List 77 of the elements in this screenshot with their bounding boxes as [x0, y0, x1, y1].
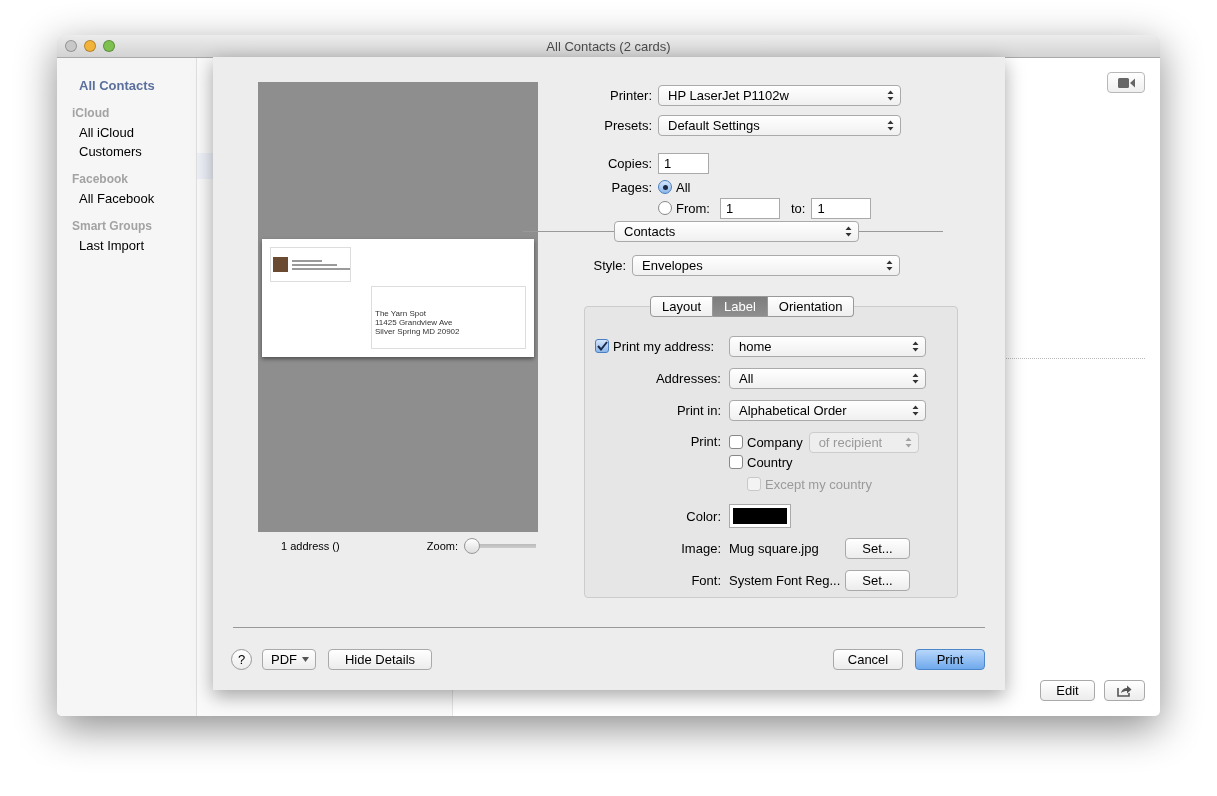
color-label: Color: [685, 508, 721, 524]
help-button[interactable]: ? [231, 648, 252, 670]
set-font-button[interactable]: Set... [845, 569, 910, 591]
caret-icon [302, 656, 309, 662]
tab[interactable]: Layout [650, 296, 714, 317]
video-call-button[interactable] [1107, 72, 1145, 93]
zoom-label: Zoom: [426, 540, 458, 552]
print-my-address-label: Print my address: [613, 338, 715, 354]
printer-label: Printer: [609, 87, 652, 103]
print-in-label: Print in: [675, 402, 721, 418]
print-button[interactable]: Print [915, 648, 985, 670]
style-popup[interactable]: Envelopes [632, 254, 900, 276]
share-button[interactable] [1104, 680, 1145, 701]
minimize-icon[interactable] [84, 40, 96, 52]
checkbox[interactable] [729, 435, 743, 449]
sidebar-item[interactable]: Customers [79, 142, 142, 161]
share-icon [1117, 684, 1132, 697]
addresses-popup[interactable]: All [729, 367, 926, 389]
checkbox-label: Except my country [765, 476, 872, 492]
tab[interactable]: Orientation [767, 296, 855, 317]
style-label: Style: [592, 257, 626, 273]
checkbox-label: Country [747, 454, 793, 470]
to-label: to: [790, 200, 806, 216]
chevron-icon [912, 372, 919, 384]
chevron-icon [887, 119, 894, 131]
presets-popup[interactable]: Default Settings [658, 114, 901, 136]
radio-button[interactable] [658, 180, 672, 194]
window-title: All Contacts (2 cards) [546, 38, 671, 54]
chevron-icon [845, 225, 852, 237]
video-camera-icon [1117, 77, 1135, 88]
slider-thumb[interactable] [464, 538, 480, 554]
hide-details-button[interactable]: Hide Details [328, 648, 432, 670]
print-label: Print: [689, 433, 721, 451]
presets-label: Presets: [603, 117, 652, 133]
checkbox-label: Company [747, 434, 803, 450]
from-page-field[interactable]: 1 [719, 197, 780, 219]
chevron-icon [887, 89, 894, 101]
sidebar-item[interactable]: All iCloud [79, 123, 134, 142]
close-icon[interactable] [65, 40, 77, 52]
chevron-icon [912, 404, 919, 416]
edit-button[interactable]: Edit [1040, 680, 1095, 701]
copies-label: Copies: [606, 155, 652, 171]
chevron-icon [912, 340, 919, 352]
my-address-popup[interactable]: home [729, 335, 926, 357]
app-options-popup[interactable]: Contacts [614, 220, 859, 242]
chevron-icon [904, 436, 912, 448]
tab[interactable]: Label [713, 296, 768, 317]
image-file-name: Mug square.jpg [729, 540, 820, 556]
addresses-label: Addresses: [654, 370, 721, 386]
chevron-icon [886, 259, 893, 271]
font-label: Font: [690, 572, 721, 588]
printer-popup[interactable]: HP LaserJet P1102w [658, 84, 901, 106]
address-count: 1 address () [281, 540, 340, 552]
zoom-icon[interactable] [103, 40, 115, 52]
image-label: Image: [680, 540, 721, 556]
recipient-address-line: The Yarn Spot [375, 309, 427, 318]
recipient-address-line: Silver Spring MD 20902 [375, 327, 461, 336]
pdf-menu-button[interactable]: PDF [262, 648, 316, 670]
checkbox[interactable] [595, 339, 609, 353]
to-page-field[interactable]: 1 [811, 197, 872, 219]
sidebar-header: iCloud [72, 106, 110, 120]
radio-label: All [676, 179, 691, 195]
radio-button[interactable] [658, 201, 672, 215]
set-image-button[interactable]: Set... [845, 537, 910, 559]
pages-label: Pages: [610, 179, 652, 195]
cancel-button[interactable]: Cancel [833, 648, 903, 670]
recipient-address-line: 11425 Grandview Ave [375, 318, 454, 327]
copies-field[interactable]: 1 [658, 152, 709, 174]
font-name: System Font Reg... [729, 572, 842, 588]
sidebar-header: Facebook [72, 172, 128, 186]
sidebar-item[interactable]: All Facebook [79, 189, 155, 208]
print-order-popup[interactable]: Alphabetical Order [729, 399, 926, 421]
sidebar-item[interactable]: Last Import [79, 236, 145, 255]
radio-label: From: [676, 200, 710, 216]
sidebar-header: Smart Groups [72, 219, 152, 233]
sidebar-item[interactable]: All Contacts [79, 76, 155, 95]
checkbox[interactable] [729, 455, 743, 469]
